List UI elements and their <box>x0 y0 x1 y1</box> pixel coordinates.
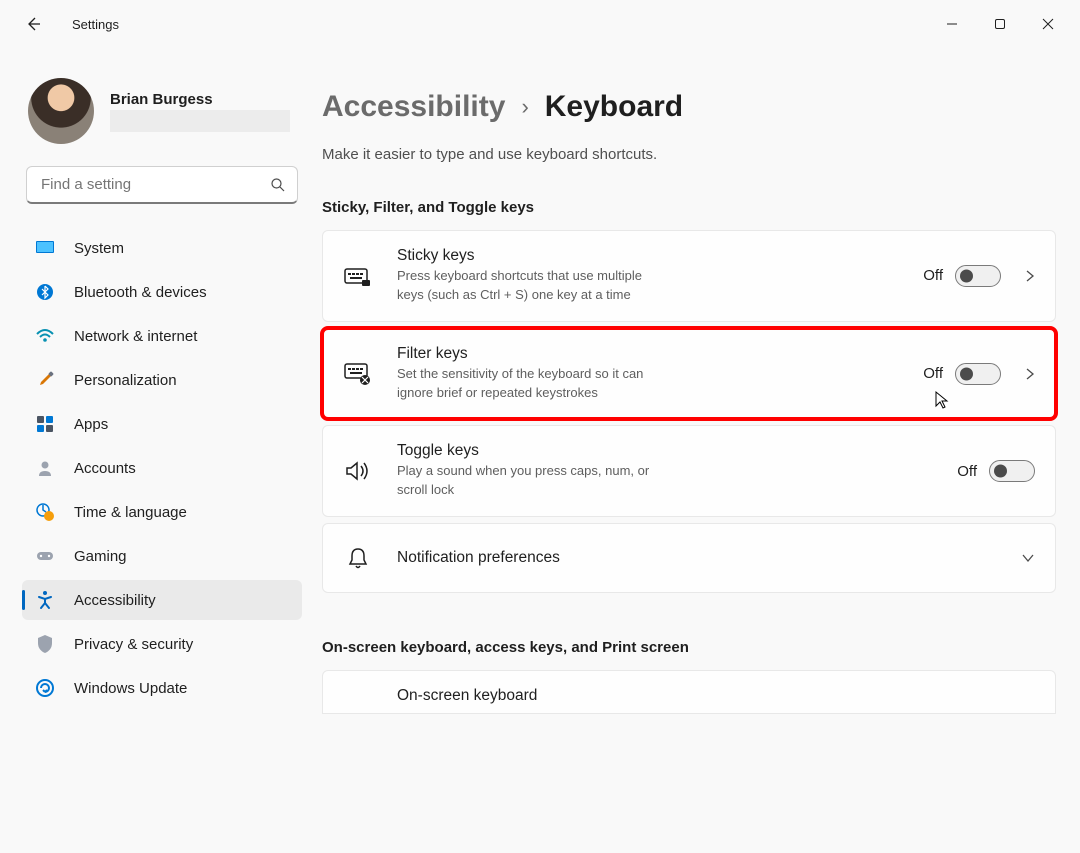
maximize-icon <box>994 18 1006 30</box>
sidebar-item-bluetooth[interactable]: Bluetooth & devices <box>22 272 302 312</box>
sidebar-item-label: Gaming <box>74 548 127 565</box>
chevron-down-icon <box>1021 553 1035 563</box>
minimize-button[interactable] <box>928 6 976 42</box>
avatar <box>28 78 94 144</box>
monitor-icon <box>34 237 56 259</box>
globe-clock-icon <box>34 501 56 523</box>
back-button[interactable] <box>14 5 52 43</box>
sidebar-item-windows-update[interactable]: Windows Update <box>22 668 302 708</box>
setting-title: Toggle keys <box>397 442 957 460</box>
section-header: Sticky, Filter, and Toggle keys <box>322 199 1056 216</box>
toggle-sticky-keys[interactable] <box>955 265 1001 287</box>
minimize-icon <box>946 18 958 30</box>
arrow-left-icon <box>25 16 41 32</box>
setting-desc: Play a sound when you press caps, num, o… <box>397 462 657 500</box>
sidebar-item-system[interactable]: System <box>22 228 302 268</box>
person-icon <box>34 457 56 479</box>
expand-button[interactable] <box>1021 553 1035 563</box>
sidebar-item-label: Accessibility <box>74 592 156 609</box>
setting-sticky-keys[interactable]: Sticky keys Press keyboard shortcuts tha… <box>322 230 1056 322</box>
bell-icon <box>343 546 373 570</box>
setting-title: Filter keys <box>397 345 923 363</box>
sidebar-item-label: Apps <box>74 416 108 433</box>
setting-title: Sticky keys <box>397 247 923 265</box>
sidebar-item-apps[interactable]: Apps <box>22 404 302 444</box>
breadcrumb: Accessibility › Keyboard <box>322 90 1056 124</box>
setting-desc: Set the sensitivity of the keyboard so i… <box>397 365 657 403</box>
sidebar-item-personalization[interactable]: Personalization <box>22 360 302 400</box>
sidebar-item-label: System <box>74 240 124 257</box>
sidebar-item-label: Personalization <box>74 372 177 389</box>
sidebar-item-label: Network & internet <box>74 328 197 345</box>
content: Accessibility › Keyboard Make it easier … <box>310 48 1080 853</box>
chevron-right-icon <box>1025 367 1035 381</box>
sidebar-item-label: Accounts <box>74 460 136 477</box>
apps-icon <box>34 413 56 435</box>
toggle-state: Off <box>923 267 943 284</box>
maximize-button[interactable] <box>976 6 1024 42</box>
wifi-icon <box>34 325 56 347</box>
titlebar: Settings <box>0 0 1080 48</box>
toggle-toggle-keys[interactable] <box>989 460 1035 482</box>
sidebar-item-accounts[interactable]: Accounts <box>22 448 302 488</box>
sidebar-item-label: Windows Update <box>74 680 187 697</box>
keyboard-icon <box>343 265 373 287</box>
setting-toggle-keys[interactable]: Toggle keys Play a sound when you press … <box>322 425 1056 517</box>
setting-title: On-screen keyboard <box>397 687 1035 705</box>
sidebar-item-accessibility[interactable]: Accessibility <box>22 580 302 620</box>
page-title: Keyboard <box>545 90 683 124</box>
user-block[interactable]: Brian Burgess <box>22 78 302 144</box>
expand-button[interactable] <box>1025 269 1035 283</box>
section-header: On-screen keyboard, access keys, and Pri… <box>322 639 1056 656</box>
cursor-icon <box>934 390 950 410</box>
keyboard-filter-icon <box>343 362 373 386</box>
setting-on-screen-keyboard[interactable]: On-screen keyboard <box>322 670 1056 714</box>
sidebar-item-gaming[interactable]: Gaming <box>22 536 302 576</box>
update-icon <box>34 677 56 699</box>
app-title: Settings <box>72 17 119 32</box>
toggle-state: Off <box>923 365 943 382</box>
sidebar-item-label: Time & language <box>74 504 187 521</box>
toggle-filter-keys[interactable] <box>955 363 1001 385</box>
sidebar-item-privacy[interactable]: Privacy & security <box>22 624 302 664</box>
close-button[interactable] <box>1024 6 1072 42</box>
user-email-redacted <box>110 110 290 132</box>
breadcrumb-parent[interactable]: Accessibility <box>322 90 505 124</box>
sidebar: Brian Burgess System Bluetoo <box>0 48 310 853</box>
chevron-right-icon: › <box>521 94 528 120</box>
search-icon <box>270 177 286 193</box>
window-controls <box>928 6 1072 42</box>
sidebar-item-label: Bluetooth & devices <box>74 284 207 301</box>
chevron-right-icon <box>1025 269 1035 283</box>
setting-notification-preferences[interactable]: Notification preferences <box>322 523 1056 593</box>
sidebar-item-network[interactable]: Network & internet <box>22 316 302 356</box>
sidebar-item-time-language[interactable]: Time & language <box>22 492 302 532</box>
shield-icon <box>34 633 56 655</box>
close-icon <box>1042 18 1054 30</box>
toggle-state: Off <box>957 463 977 480</box>
user-name: Brian Burgess <box>110 91 290 108</box>
speaker-icon <box>343 460 373 482</box>
setting-filter-keys[interactable]: Filter keys Set the sensitivity of the k… <box>322 328 1056 420</box>
setting-desc: Press keyboard shortcuts that use multip… <box>397 267 657 305</box>
search-wrap <box>26 166 298 204</box>
nav-list: System Bluetooth & devices Network & int… <box>22 228 302 708</box>
expand-button[interactable] <box>1025 367 1035 381</box>
setting-title: Notification preferences <box>397 549 1009 567</box>
search-input[interactable] <box>26 166 298 204</box>
gamepad-icon <box>34 545 56 567</box>
accessibility-icon <box>34 589 56 611</box>
paintbrush-icon <box>34 369 56 391</box>
page-description: Make it easier to type and use keyboard … <box>322 146 1056 163</box>
sidebar-item-label: Privacy & security <box>74 636 193 653</box>
bluetooth-icon <box>34 281 56 303</box>
user-info: Brian Burgess <box>110 91 290 132</box>
